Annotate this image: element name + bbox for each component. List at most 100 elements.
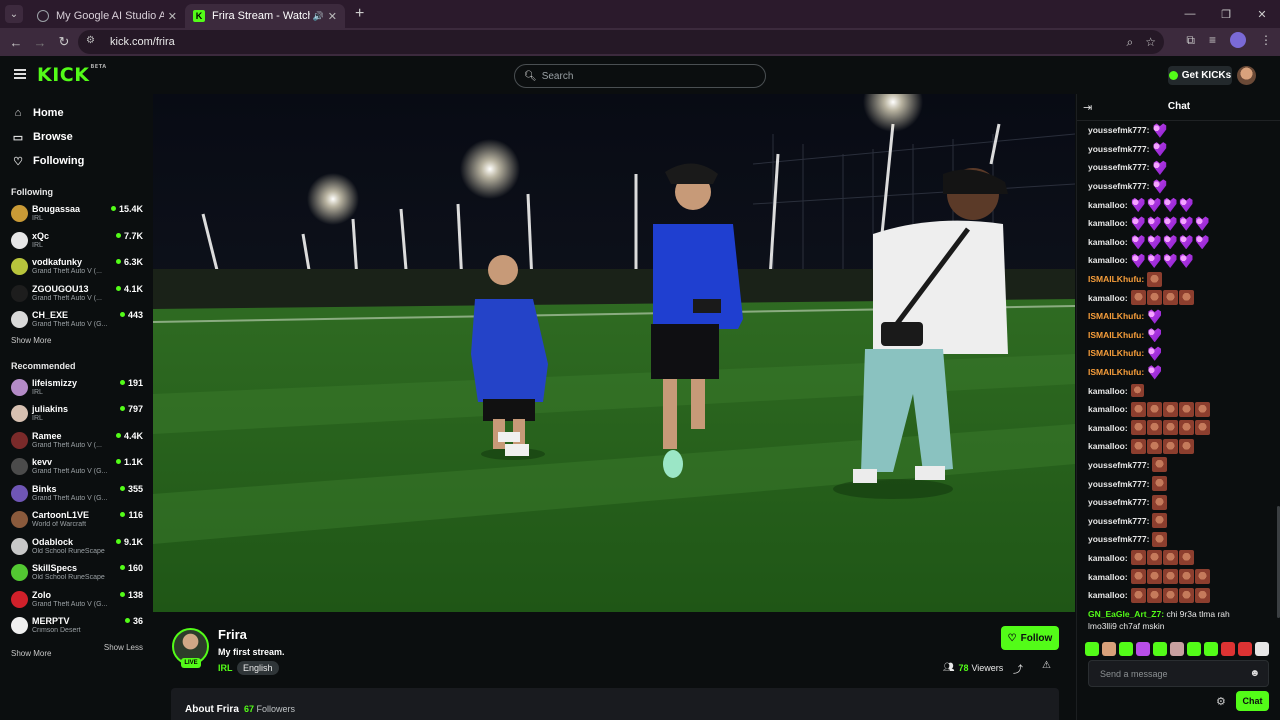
follow-button[interactable]: ♡ Follow xyxy=(1001,626,1059,650)
chat-username[interactable]: youssefmk777: xyxy=(1088,125,1149,135)
sidebar-channel[interactable]: SkillSpecs Old School RuneScape 160 xyxy=(0,560,153,587)
sidebar-channel[interactable]: vodkafunky Grand Theft Auto V (... 6.3K xyxy=(0,254,153,281)
sidebar-channel[interactable]: juliakins IRL 797 xyxy=(0,401,153,428)
chat-username[interactable]: kamalloo: xyxy=(1088,386,1128,396)
minimize-icon[interactable]: — xyxy=(1172,8,1208,20)
chat-username[interactable]: kamalloo: xyxy=(1088,404,1128,414)
sidebar-channel[interactable]: Bougassaa IRL 15.4K xyxy=(0,201,153,228)
stream-category[interactable]: IRL xyxy=(218,663,233,673)
chat-username[interactable]: kamalloo: xyxy=(1088,237,1128,247)
sidebar-channel[interactable]: Zolo Grand Theft Auto V (G... 138 xyxy=(0,587,153,614)
url-field[interactable]: ⚙ kick.com/frira ⌕ ☆ xyxy=(78,30,1164,54)
hamburger-menu-icon[interactable] xyxy=(14,69,26,79)
tab-search-icon[interactable]: ⌄ xyxy=(5,5,23,23)
show-more-button[interactable]: Show More xyxy=(0,649,51,658)
chat-username[interactable]: GN_EaGle_Art_Z7: xyxy=(1088,609,1164,619)
sidebar-channel[interactable]: Ramee Grand Theft Auto V (... 4.4K xyxy=(0,428,153,455)
chat-username[interactable]: youssefmk777: xyxy=(1088,516,1149,526)
site-info-icon[interactable]: ⚙ xyxy=(86,35,100,49)
heart-emote-icon xyxy=(1131,253,1145,268)
chat-username[interactable]: ISMAILKhufu: xyxy=(1088,367,1144,377)
streamer-name[interactable]: Frira xyxy=(218,627,247,642)
show-more-following-button[interactable]: Show More xyxy=(0,336,153,345)
chat-username[interactable]: kamalloo: xyxy=(1088,553,1128,563)
zoom-icon[interactable]: ⌕ xyxy=(1127,35,1134,50)
sidebar-item-home[interactable]: ⌂ Home xyxy=(12,101,153,125)
kick-logo[interactable]: KICKBETA xyxy=(37,64,107,86)
restore-icon[interactable]: ❐ xyxy=(1208,8,1244,21)
chat-username[interactable]: youssefmk777: xyxy=(1088,479,1149,489)
sidebar-item-following[interactable]: ♡ Following xyxy=(12,149,153,173)
reload-icon[interactable]: ↻ xyxy=(52,34,76,50)
forward-icon[interactable]: → xyxy=(28,35,52,50)
quick-emote-icon[interactable] xyxy=(1204,642,1218,656)
bookmark-star-icon[interactable]: ☆ xyxy=(1145,35,1156,50)
back-icon[interactable]: ← xyxy=(4,35,28,50)
quick-emote-icon[interactable] xyxy=(1187,642,1201,656)
chat-username[interactable]: youssefmk777: xyxy=(1088,534,1149,544)
chat-username[interactable]: kamalloo: xyxy=(1088,441,1128,451)
chat-username[interactable]: kamalloo: xyxy=(1088,423,1128,433)
show-less-button[interactable]: Show Less xyxy=(104,643,143,652)
viewer-number: 78 xyxy=(958,662,969,673)
sidebar-channel[interactable]: CH_EXE Grand Theft Auto V (G... 443 xyxy=(0,307,153,334)
profile-avatar[interactable] xyxy=(1230,32,1246,48)
quick-emote-icon[interactable] xyxy=(1136,642,1150,656)
chat-username[interactable]: kamalloo: xyxy=(1088,218,1128,228)
quick-emote-icon[interactable] xyxy=(1119,642,1133,656)
chat-input[interactable]: Send a message ☻ xyxy=(1088,660,1269,687)
chat-username[interactable]: ISMAILKhufu: xyxy=(1088,348,1144,358)
chat-username[interactable]: youssefmk777: xyxy=(1088,144,1149,154)
menu-icon[interactable]: ⋮ xyxy=(1260,33,1272,47)
extensions-icon[interactable]: ⧉ xyxy=(1186,33,1195,48)
sidebar-channel[interactable]: Odablock Old School RuneScape 9.1K xyxy=(0,534,153,561)
chat-username[interactable]: kamalloo: xyxy=(1088,200,1128,210)
chat-username[interactable]: kamalloo: xyxy=(1088,590,1128,600)
heart-emote-icon xyxy=(1148,346,1161,361)
speaker-icon[interactable]: 🔊 xyxy=(313,11,324,22)
search-input[interactable]: 🔍︎ Search xyxy=(514,64,766,88)
chat-username[interactable]: ISMAILKhufu: xyxy=(1088,330,1144,340)
new-tab-icon[interactable]: + xyxy=(355,5,364,23)
get-kicks-button[interactable]: Get KICKs xyxy=(1168,66,1232,85)
close-window-icon[interactable]: ✕ xyxy=(1244,8,1280,21)
quick-emote-icon[interactable] xyxy=(1221,642,1235,656)
sidebar-channel[interactable]: CartoonL1VE World of Warcraft 116 xyxy=(0,507,153,534)
close-tab-icon[interactable]: ✕ xyxy=(328,10,337,23)
sidebar-channel[interactable]: kevv Grand Theft Auto V (G... 1.1K xyxy=(0,454,153,481)
chat-username[interactable]: youssefmk777: xyxy=(1088,181,1149,191)
chat-username[interactable]: ISMAILKhufu: xyxy=(1088,274,1144,284)
sidebar-item-browse[interactable]: ▭ Browse xyxy=(12,125,153,149)
sidebar-channel[interactable]: Binks Grand Theft Auto V (G... 355 xyxy=(0,481,153,508)
report-icon[interactable]: ⚠ xyxy=(1042,660,1051,671)
chat-username[interactable]: kamalloo: xyxy=(1088,293,1128,303)
chat-username[interactable]: ISMAILKhufu: xyxy=(1088,311,1144,321)
chat-username[interactable]: youssefmk777: xyxy=(1088,497,1149,507)
browser-tab-ai-studio[interactable]: My Google AI Studio App ✕ xyxy=(29,4,185,28)
chat-username[interactable]: kamalloo: xyxy=(1088,255,1128,265)
language-tag[interactable]: English xyxy=(237,661,279,675)
chat-settings-icon[interactable]: ⚙ xyxy=(1216,695,1226,708)
sidebar-channel[interactable]: MERPTV Crimson Desert 36 xyxy=(0,613,153,640)
emoji-picker-icon[interactable]: ☻ xyxy=(1249,668,1260,679)
chat-username[interactable]: youssefmk777: xyxy=(1088,162,1149,172)
quick-emote-icon[interactable] xyxy=(1102,642,1116,656)
quick-emote-icon[interactable] xyxy=(1085,642,1099,656)
user-avatar[interactable] xyxy=(1237,66,1256,85)
video-player[interactable] xyxy=(153,94,1075,612)
close-tab-icon[interactable]: ✕ xyxy=(168,10,177,23)
quick-emote-icon[interactable] xyxy=(1255,642,1269,656)
sidebar-channel[interactable]: lifeismizzy IRL 191 xyxy=(0,375,153,402)
chat-username[interactable]: kamalloo: xyxy=(1088,572,1128,582)
share-icon[interactable]: ⤴ xyxy=(1013,661,1023,676)
sidebar-channel[interactable]: xQc IRL 7.7K xyxy=(0,228,153,255)
media-icon[interactable]: ≡ xyxy=(1209,33,1216,47)
quick-emote-icon[interactable] xyxy=(1153,642,1167,656)
sidebar-channel[interactable]: ZGOUGOU13 Grand Theft Auto V (... 4.1K xyxy=(0,281,153,308)
quick-emote-icon[interactable] xyxy=(1170,642,1184,656)
chat-username[interactable]: youssefmk777: xyxy=(1088,460,1149,470)
quick-emote-icon[interactable] xyxy=(1238,642,1252,656)
face-emote-icon xyxy=(1146,587,1162,603)
send-chat-button[interactable]: Chat xyxy=(1236,691,1269,711)
browser-tab-kick[interactable]: K Frira Stream - Watch Live on Kick 🔊 ✕ xyxy=(185,4,345,28)
